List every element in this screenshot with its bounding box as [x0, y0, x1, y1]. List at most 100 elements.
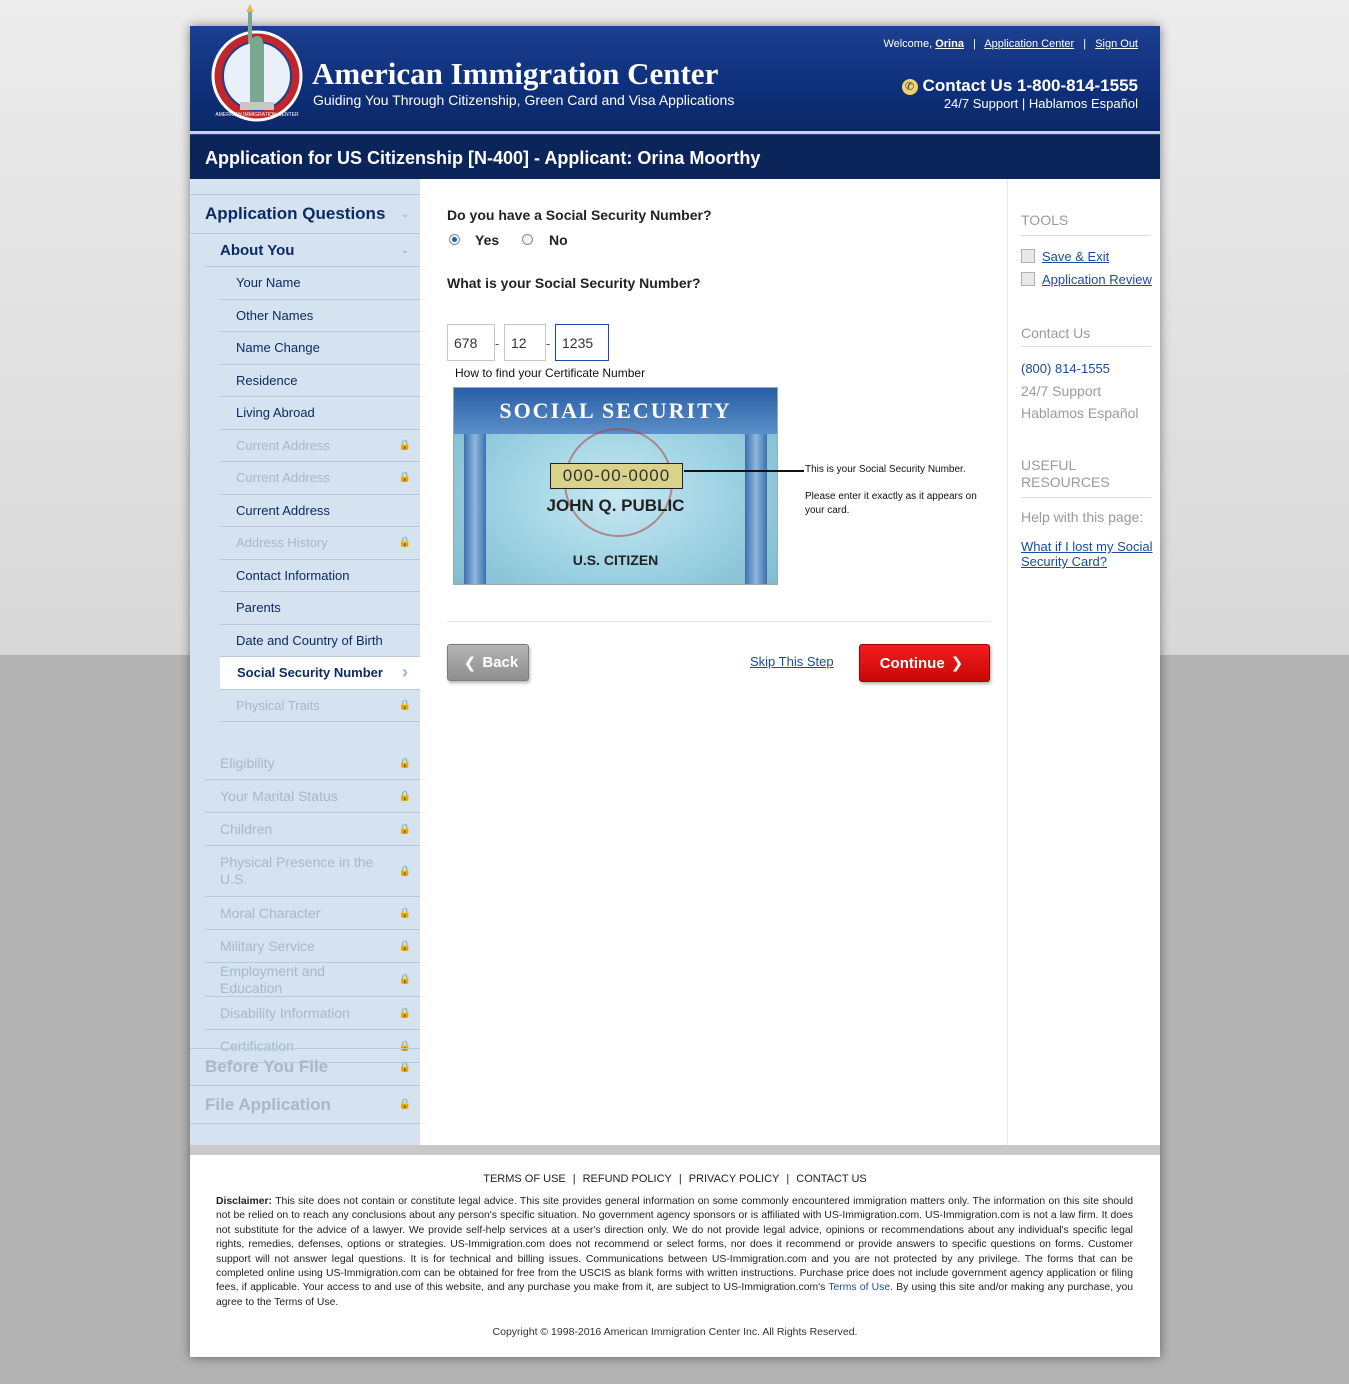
continue-button-label: Continue — [879, 654, 945, 672]
sidebar-section-label: Military Service — [220, 937, 315, 954]
sidebar-item-current-address[interactable]: Current Address 🔒 — [220, 462, 420, 495]
header-contact[interactable]: ✆ Contact Us 1-800-814-1555 — [901, 76, 1138, 96]
sidebar-section-children[interactable]: Children 🔒 — [205, 813, 420, 846]
chevron-right-icon: ❯ — [950, 655, 964, 672]
sidebar-item-other-names[interactable]: Other Names — [220, 300, 420, 332]
sidebar-section-moral-character[interactable]: Moral Character 🔒 — [205, 897, 420, 930]
sidebar-section-disability-information[interactable]: Disability Information 🔒 — [205, 997, 420, 1030]
page-title-bar: Application for US Citizenship [N-400] -… — [190, 134, 1160, 180]
help-lost-card-link[interactable]: What if I lost my Social Security Card? — [1021, 539, 1156, 569]
sidebar-item-contact-information[interactable]: Contact Information — [220, 560, 420, 592]
disclaimer-label: Disclaimer: — [216, 1196, 273, 1207]
sidebar-item-label: Living Abroad — [236, 405, 315, 421]
sidebar-item-current-address[interactable]: Current Address 🔒 — [220, 430, 420, 462]
sidebar-item-your-name[interactable]: Your Name — [220, 267, 420, 300]
contact-phone[interactable]: (800) 814-1555 — [1021, 361, 1110, 376]
footer-link-contact-us[interactable]: CONTACT US — [796, 1173, 867, 1185]
sidebar-section-label: Moral Character — [220, 904, 321, 921]
lock-icon: 🔒 — [398, 907, 412, 919]
sidebar-item-current-address[interactable]: Current Address — [220, 495, 420, 527]
content-divider — [447, 621, 990, 622]
application-center-link[interactable]: Application Center — [984, 38, 1074, 50]
continue-button[interactable]: Continue ❯ — [859, 644, 990, 682]
sidebar-item-physical-traits[interactable]: Physical Traits 🔒 — [220, 690, 420, 722]
card-note: This is your Social Security Number. — [805, 464, 966, 475]
question-has-ssn: Do you have a Social Security Number? — [447, 207, 712, 223]
card-name: JOHN Q. PUBLIC — [546, 496, 685, 515]
lock-icon: 🔒 — [398, 439, 412, 451]
save-exit-tool[interactable]: Save & Exit — [1021, 249, 1109, 264]
contact-heading: Contact Us — [1021, 325, 1091, 341]
sidebar-section-eligibility[interactable]: Eligibility 🔒 — [205, 747, 420, 780]
sidebar-item-label: Contact Information — [236, 567, 350, 583]
sidebar-item-label: Address History — [236, 535, 328, 551]
user-name-link[interactable]: Orina — [935, 38, 964, 50]
footer-link-privacy-policy[interactable]: PRIVACY POLICY — [689, 1173, 780, 1185]
sidebar-section-physical-presence-in-the-u-s-[interactable]: Physical Presence in the U.S. 🔒 — [205, 846, 420, 897]
sidebar-section-label: Children — [220, 820, 273, 837]
sidebar-item-address-history[interactable]: Address History 🔒 — [220, 527, 420, 560]
statue-of-liberty-logo[interactable]: AMERICAN IMMIGRATION CENTER — [210, 4, 305, 124]
radio-yes[interactable] — [449, 234, 460, 245]
sidebar-section-label: About You — [220, 241, 295, 259]
separator: | — [973, 38, 976, 50]
sign-out-link[interactable]: Sign Out — [1095, 38, 1138, 50]
back-button[interactable]: ❮ Back — [447, 644, 529, 681]
sidebar-section-label: Employment and Education — [220, 962, 326, 996]
sidebar-section-label: Disability Information — [220, 1004, 350, 1021]
sidebar-section-about-you[interactable]: About You ⌄ — [205, 234, 420, 267]
sidebar-item-label: Current Address — [236, 437, 330, 453]
brand-title: American Immigration Center — [312, 56, 719, 91]
radio-no-label[interactable]: No — [549, 232, 568, 248]
sidebar-section-file-application[interactable]: File Application 🔒 — [190, 1086, 420, 1124]
sidebar-section-label: Eligibility — [220, 754, 275, 771]
application-review-tool[interactable]: Application Review — [1021, 272, 1152, 287]
sidebar-item-living-abroad[interactable]: Living Abroad — [220, 397, 420, 430]
ssn-part1-input[interactable]: 678 — [447, 324, 495, 361]
application-review-link[interactable]: Application Review — [1042, 272, 1152, 287]
sidebar-item-social-security-number[interactable]: Social Security Number › — [220, 657, 420, 690]
sidebar-section-military-service[interactable]: Military Service 🔒 — [205, 930, 420, 963]
sidebar-section-application-questions[interactable]: Application Questions ⌄ — [190, 194, 420, 234]
page-title: Application for US Citizenship [N-400] -… — [205, 148, 761, 168]
sidebar-item-label: Your Name — [236, 275, 301, 291]
ssn-dash: - — [495, 336, 500, 351]
footer-divider-bar — [190, 1145, 1160, 1155]
site-header: AMERICAN IMMIGRATION CENTER American Imm… — [190, 4, 1160, 132]
save-exit-link[interactable]: Save & Exit — [1042, 249, 1109, 264]
sidebar-section-before-you-file[interactable]: Before You File 🔒 — [190, 1048, 420, 1086]
lock-icon: 🔒 — [398, 1061, 412, 1073]
radio-no[interactable] — [522, 234, 533, 245]
ssn-part3-input[interactable]: 1235 — [555, 324, 609, 361]
sidebar-item-name-change[interactable]: Name Change — [220, 332, 420, 365]
radio-yes-label[interactable]: Yes — [475, 232, 499, 248]
footer-links: TERMS OF USE | REFUND POLICY | PRIVACY POLIC… — [190, 1173, 1160, 1185]
help-label: Help with this page: — [1021, 509, 1144, 525]
sidebar-section-employment-and-education[interactable]: Employment and Education 🔒 — [205, 963, 420, 997]
header-contact-label: Contact Us 1-800-814-1555 — [922, 76, 1138, 95]
back-button-label: Back — [482, 654, 519, 671]
terms-of-use-link[interactable]: Terms of Use — [828, 1282, 890, 1293]
skip-step-link[interactable]: Skip This Step — [750, 654, 834, 669]
card-note: Please enter it exactly as it appears on… — [805, 491, 977, 516]
sidebar-item-label: Current Address — [236, 470, 330, 486]
card-caption: How to find your Certificate Number — [455, 366, 646, 380]
sidebar-item-label: Date and Country of Birth — [236, 632, 383, 648]
lock-icon: 🔒 — [398, 699, 412, 711]
footer-link-refund-policy[interactable]: REFUND POLICY — [583, 1173, 672, 1185]
sidebar-section-your-marital-status[interactable]: Your Marital Status 🔒 — [205, 780, 420, 813]
lock-icon: 🔒 — [398, 1099, 412, 1110]
sidebar-section-label: Application Questions — [205, 204, 386, 223]
sidebar-item-residence[interactable]: Residence — [220, 365, 420, 397]
ssn-part2-input[interactable]: 12 — [504, 324, 546, 361]
sidebar-item-parents[interactable]: Parents — [220, 592, 420, 625]
contact-hablamos: Hablamos Español — [1021, 405, 1139, 421]
sidebar: Application Questions ⌄ About You ⌄ Your… — [190, 179, 420, 1145]
resources-heading-line2: RESOURCES — [1021, 474, 1110, 490]
sidebar-section-label: File Application — [205, 1094, 331, 1114]
lock-icon: 🔒 — [398, 790, 412, 802]
sidebar-item-date-and-country-of-birth[interactable]: Date and Country of Birth — [220, 625, 420, 657]
disclaimer: Disclaimer: This site does not contain o… — [216, 1195, 1133, 1310]
footer-link-terms-of-use[interactable]: TERMS OF USE — [483, 1173, 566, 1185]
brand-tagline: Guiding You Through Citizenship, Green C… — [313, 92, 735, 108]
